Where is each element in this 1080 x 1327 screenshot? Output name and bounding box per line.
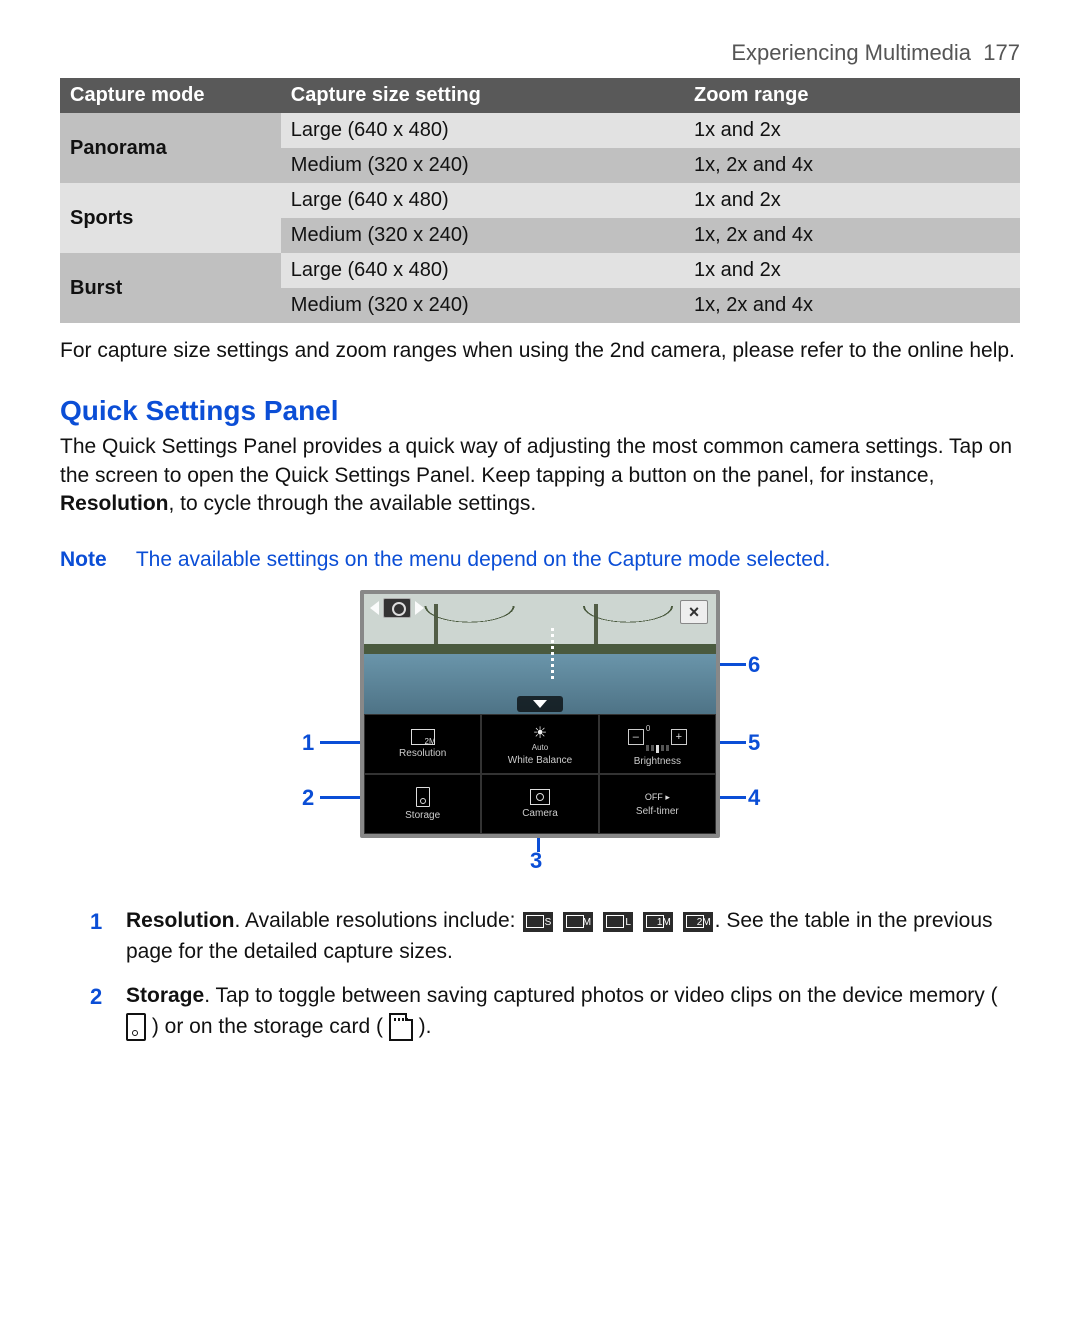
page-header: Experiencing Multimedia 177: [60, 40, 1020, 66]
resolution-icon: [411, 729, 435, 745]
note-text: The available settings on the menu depen…: [136, 548, 1016, 572]
self-timer-label: Self-timer: [636, 806, 679, 817]
mode-burst: Burst: [60, 253, 281, 323]
device-memory-icon: [416, 787, 430, 807]
expand-panel-button[interactable]: [517, 696, 563, 712]
camera-icon: [530, 789, 550, 805]
camera-preview[interactable]: ×: [364, 594, 716, 714]
table-row: Sports Large (640 x 480) 1x and 2x: [60, 183, 1020, 218]
zoom-slider[interactable]: [551, 628, 554, 682]
callout-4: 4: [748, 785, 760, 811]
res-s-icon: S: [523, 912, 553, 932]
section-paragraph: The Quick Settings Panel provides a quic…: [60, 433, 1020, 518]
col-zoom-range: Zoom range: [684, 78, 1020, 113]
device-memory-icon: [126, 1013, 146, 1041]
callout-6: 6: [748, 652, 760, 678]
self-timer-icon: OFF: [645, 792, 670, 803]
callout-2: 2: [302, 785, 314, 811]
res-l-icon: L: [603, 912, 633, 932]
white-balance-button[interactable]: Auto White Balance: [481, 714, 598, 774]
storage-label: Storage: [405, 810, 440, 821]
table-row: Panorama Large (640 x 480) 1x and 2x: [60, 113, 1020, 148]
white-balance-label: White Balance: [508, 755, 572, 766]
sun-icon: [533, 723, 547, 743]
note: Note The available settings on the menu …: [60, 548, 1020, 572]
table-row: Burst Large (640 x 480) 1x and 2x: [60, 253, 1020, 288]
camera-button[interactable]: Camera: [481, 774, 598, 834]
resolution-label: Resolution: [399, 748, 446, 759]
quick-settings-panel: × Resolution Auto White Balance – 0: [360, 590, 720, 838]
brightness-level-icon: [646, 745, 669, 753]
quick-settings-figure: 1 2 3 4 5 6 × Resolution: [230, 590, 850, 880]
res-1m-icon: 1M: [643, 912, 673, 932]
prev-mode-icon[interactable]: [370, 601, 379, 615]
note-label: Note: [60, 548, 130, 572]
callout-1: 1: [302, 730, 314, 756]
page-number: 177: [983, 40, 1020, 65]
res-2m-icon: 2M: [683, 912, 713, 932]
list-item: Storage. Tap to toggle between saving ca…: [90, 981, 1020, 1042]
brightness-minus[interactable]: –: [628, 729, 644, 745]
brightness-button[interactable]: – 0 + Brightness: [599, 714, 716, 774]
camera-label: Camera: [522, 808, 558, 819]
mode-sports: Sports: [60, 183, 281, 253]
section-heading: Quick Settings Panel: [60, 395, 1020, 427]
close-button[interactable]: ×: [680, 600, 708, 624]
callout-descriptions: Resolution. Available resolutions includ…: [90, 906, 1020, 1042]
after-table-paragraph: For capture size settings and zoom range…: [60, 337, 1020, 365]
callout-5: 5: [748, 730, 760, 756]
zoom-range-table: Capture mode Capture size setting Zoom r…: [60, 78, 1020, 323]
list-item: Resolution. Available resolutions includ…: [90, 906, 1020, 967]
storage-card-icon: [389, 1013, 413, 1041]
brightness-label: Brightness: [634, 756, 681, 767]
resolution-button[interactable]: Resolution: [364, 714, 481, 774]
chapter-title: Experiencing Multimedia: [731, 40, 971, 65]
capture-mode-icon[interactable]: [383, 598, 411, 618]
self-timer-button[interactable]: OFF Self-timer: [599, 774, 716, 834]
mode-panorama: Panorama: [60, 113, 281, 183]
col-capture-size: Capture size setting: [281, 78, 684, 113]
res-m-icon: M: [563, 912, 593, 932]
storage-button[interactable]: Storage: [364, 774, 481, 834]
next-mode-icon[interactable]: [415, 601, 424, 615]
col-capture-mode: Capture mode: [60, 78, 281, 113]
brightness-plus[interactable]: +: [671, 729, 687, 745]
